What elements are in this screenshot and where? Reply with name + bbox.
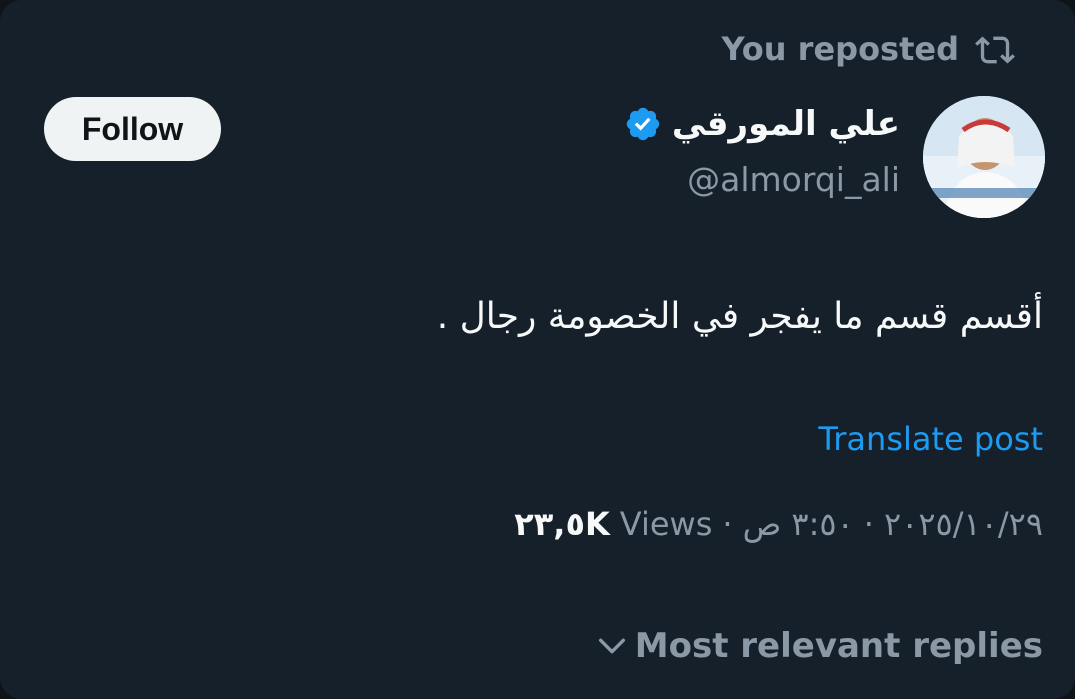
post-card: You reposted Follow علي المورقي @almorqi… [0,0,1075,699]
author-handle[interactable]: @almorqi_ali [687,160,900,199]
views-group[interactable]: ٢٣,٥K Views [514,505,712,543]
views-label: Views [619,505,713,543]
repost-icon [975,36,1015,64]
author-display-name: علي المورقي [671,104,900,144]
post-time[interactable]: ٣:٥٠ ص [743,505,854,543]
avatar[interactable] [923,96,1045,218]
follow-button[interactable]: Follow [44,97,221,161]
author-name-row[interactable]: علي المورقي [624,104,900,144]
translate-post-link[interactable]: Translate post [818,420,1043,458]
avatar-photo [923,96,1045,218]
views-count: ٢٣,٥K [514,505,610,543]
meta-separator: · [722,505,733,543]
verified-badge-icon [626,107,660,141]
chevron-down-icon [598,638,625,654]
replies-sort-label: Most relevant replies [634,626,1043,666]
post-text: أقسم قسم ما يفجر في الخصومة رجال . [436,296,1043,337]
meta-separator: · [863,505,874,543]
replies-sort-dropdown[interactable]: Most relevant replies [595,626,1043,666]
repost-indicator[interactable]: You reposted [721,30,1015,68]
post-meta: ٢٠٢٥/١٠/٢٩ · ٣:٥٠ ص · ٢٣,٥K Views [514,505,1043,543]
post-date[interactable]: ٢٠٢٥/١٠/٢٩ [884,505,1043,543]
repost-label: You reposted [721,30,959,68]
